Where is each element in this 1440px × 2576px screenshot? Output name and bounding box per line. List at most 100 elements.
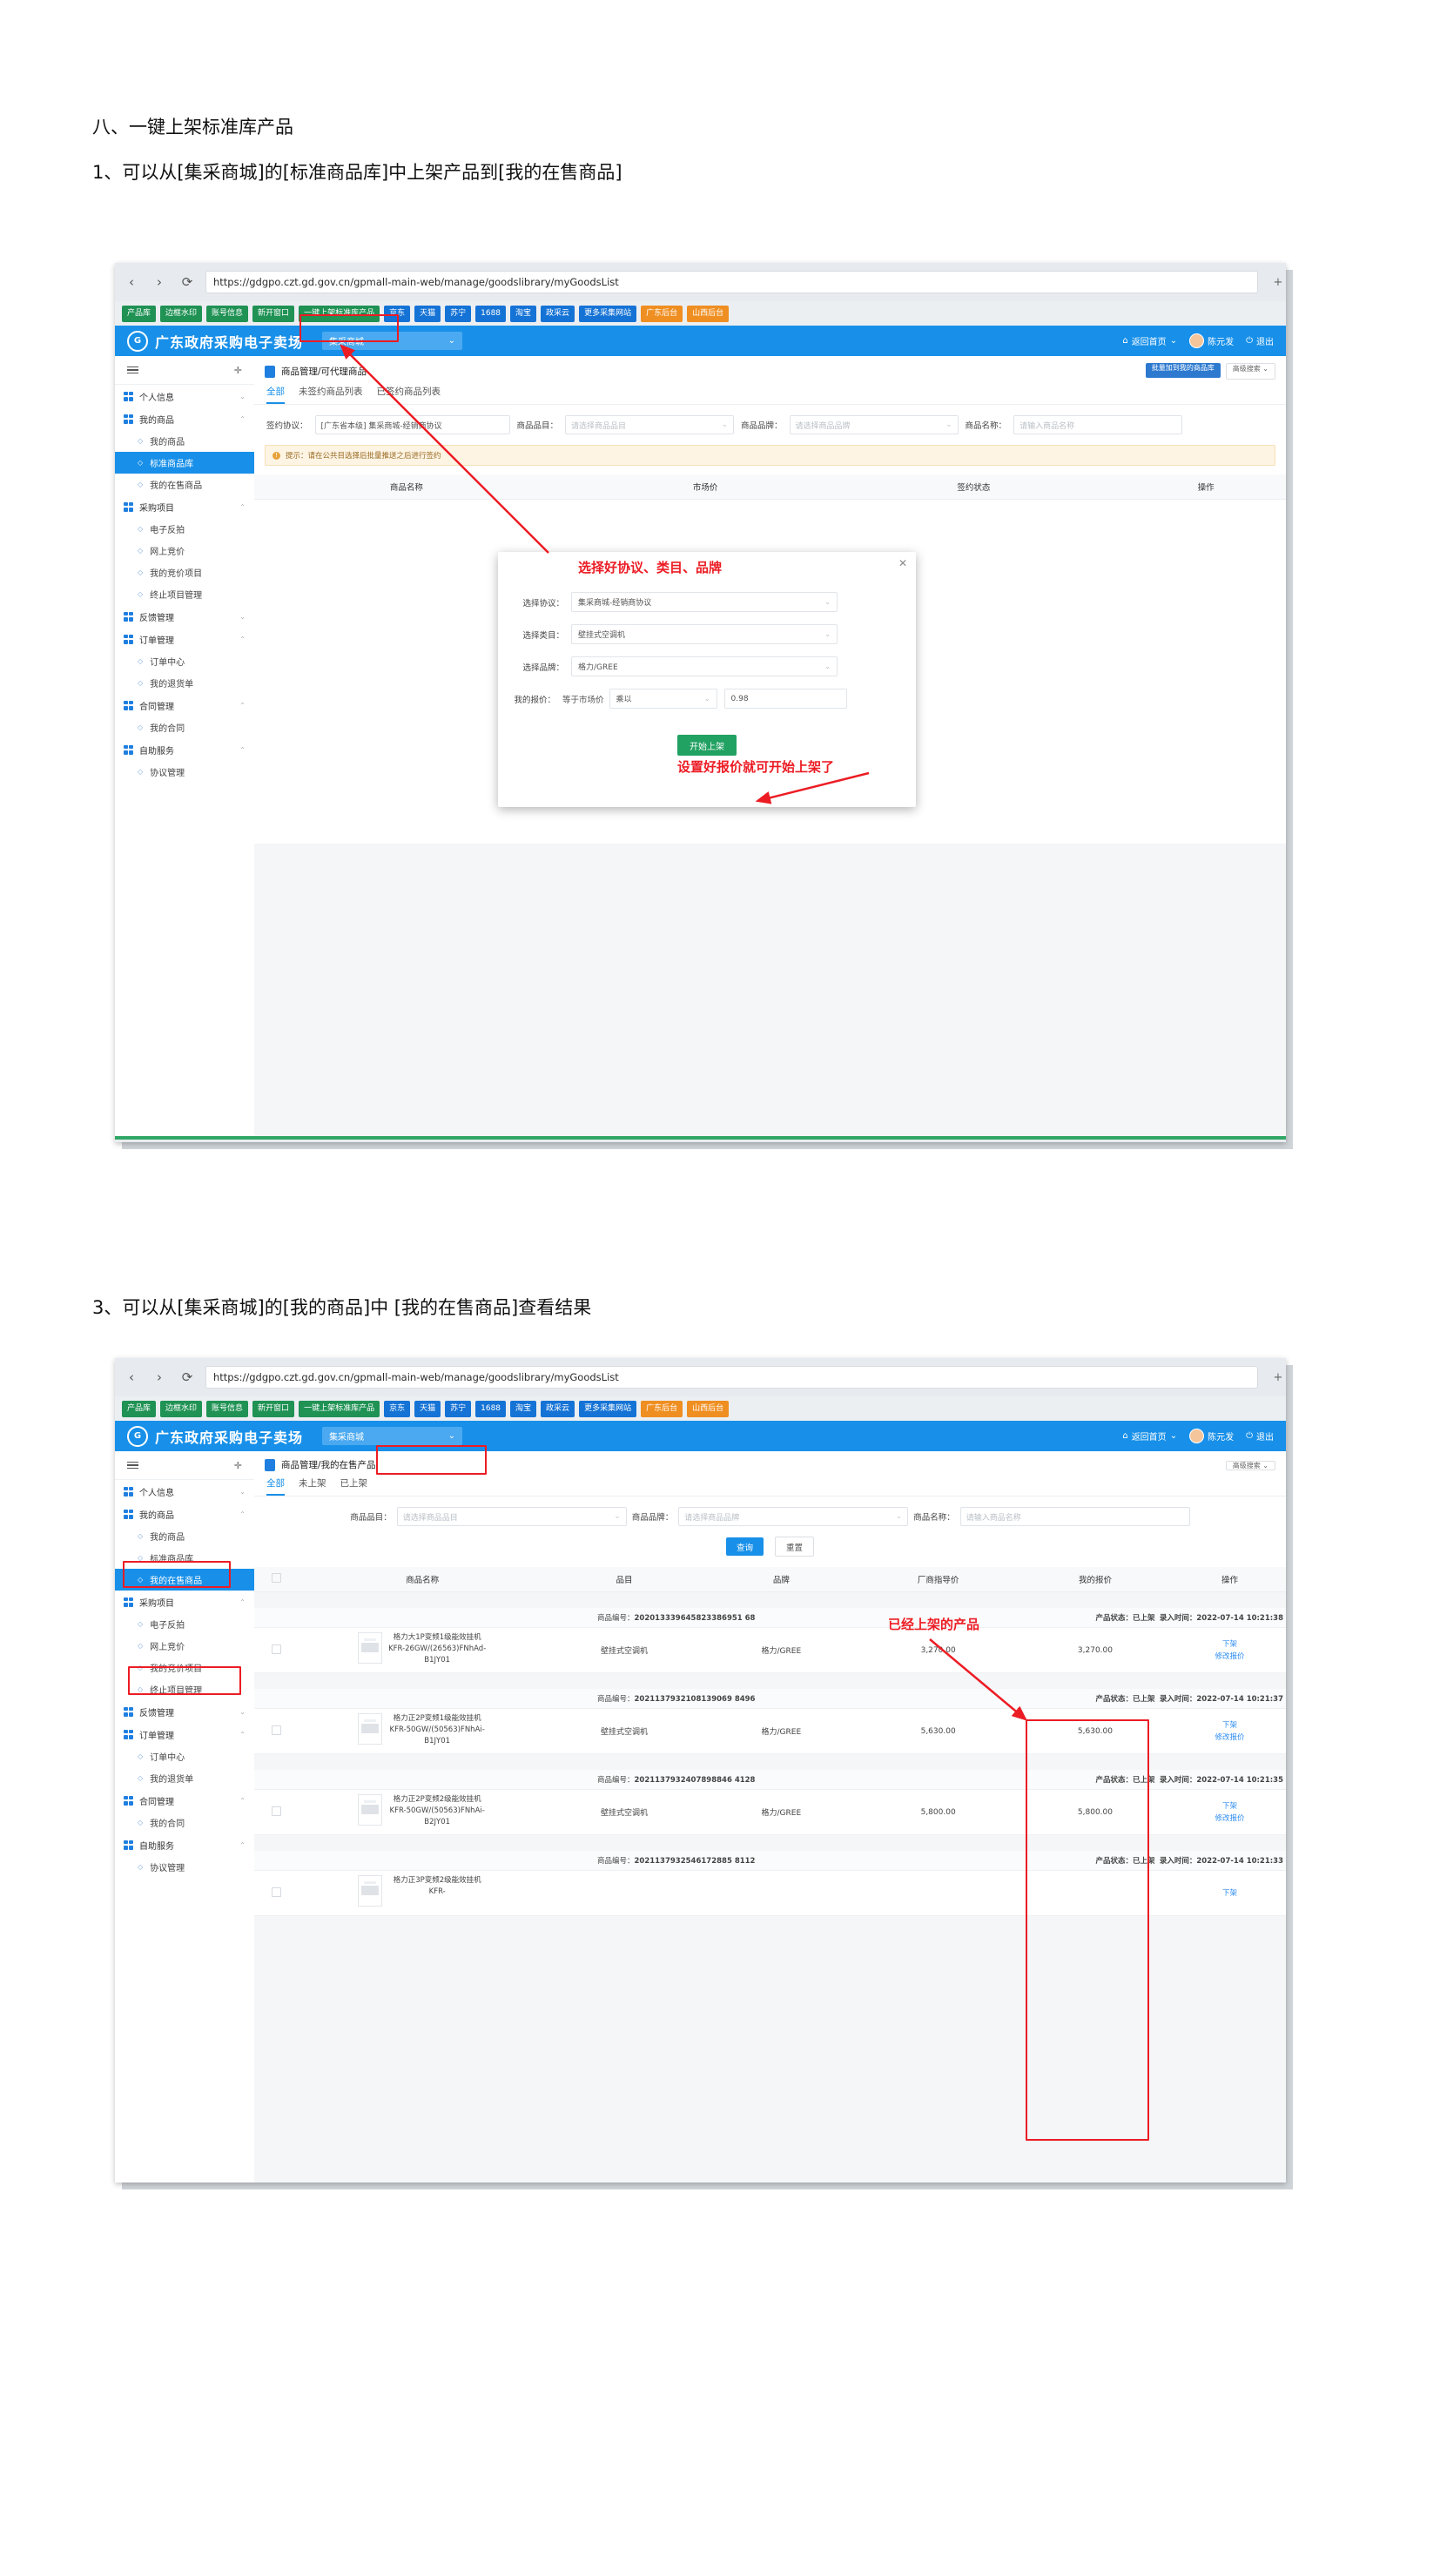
tab-1[interactable]: 全部 — [266, 1476, 285, 1496]
table-row[interactable]: 格力正3P变频2级能效挂机KFR- 下架 — [254, 1870, 1286, 1916]
home-link-1[interactable]: ⌂ 返回首页 ⌄ — [1122, 334, 1177, 347]
sidebar-item-终止项目管理[interactable]: ◇ 终止项目管理 — [115, 583, 254, 605]
sidebar-item-订单中心[interactable]: ◇ 订单中心 — [115, 650, 254, 672]
sidebar-group-5[interactable]: 订单管理 ⌃ — [115, 1723, 254, 1745]
tab-2[interactable]: 未签约商品列表 — [299, 385, 363, 404]
table-row[interactable]: 格力正2P变频2级能效挂机KFR-50GW/(50563)FNhAi-B2JY0… — [254, 1789, 1286, 1835]
bookmark-3[interactable]: 账号信息 — [206, 1400, 249, 1417]
action-1[interactable]: 下架 — [1176, 1800, 1283, 1813]
sidebar-item-终止项目管理[interactable]: ◇ 终止项目管理 — [115, 1678, 254, 1700]
tab-1[interactable]: 全部 — [266, 385, 285, 404]
bookmark-11[interactable]: 政采云 — [541, 305, 575, 322]
logout-button-2[interactable]: ⏻ 退出 — [1246, 1429, 1274, 1443]
filter-input-2[interactable]: 请选择商品品牌 ⌄ — [678, 1507, 909, 1526]
sidebar-item-订单中心[interactable]: ◇ 订单中心 — [115, 1745, 254, 1767]
reload-icon[interactable]: ⟳ — [176, 1369, 199, 1385]
sidebar-item-我的竞价项目[interactable]: ◇ 我的竞价项目 — [115, 562, 254, 583]
new-tab-icon[interactable]: + — [1270, 276, 1286, 289]
price-factor-input[interactable]: 0.98 — [723, 689, 847, 709]
bookmark-2[interactable]: 边框水印 — [160, 1400, 203, 1417]
bookmark-12[interactable]: 更多采集网站 — [579, 305, 637, 322]
filter-input-2[interactable]: 请选择商品品目 ⌄ — [565, 415, 735, 434]
action-2[interactable]: 修改报价 — [1176, 1651, 1283, 1663]
bookmark-7[interactable]: 天猫 — [414, 1400, 441, 1417]
sidebar-group-7[interactable]: 自助服务 ⌃ — [115, 738, 254, 761]
action-2[interactable]: 修改报价 — [1176, 1813, 1283, 1825]
forward-icon[interactable]: › — [148, 1369, 171, 1385]
sidebar-item-协议管理[interactable]: ◇ 协议管理 — [115, 761, 254, 783]
bookmark-8[interactable]: 苏宁 — [445, 305, 472, 322]
tab-3[interactable]: 已上架 — [340, 1476, 368, 1496]
sidebar-group-5[interactable]: 订单管理 ⌃ — [115, 628, 254, 650]
row-checkbox[interactable] — [272, 1644, 282, 1654]
tab-2[interactable]: 未上架 — [299, 1476, 326, 1496]
sidebar-item-协议管理[interactable]: ◇ 协议管理 — [115, 1856, 254, 1878]
sidebar-group-1[interactable]: 个人信息 ⌄ — [115, 1480, 254, 1503]
bookmark-14[interactable]: 山西后台 — [687, 305, 730, 322]
home-link-2[interactable]: ⌂ 返回首页 ⌄ — [1122, 1429, 1177, 1443]
user-block-1[interactable]: 陈元发 — [1189, 333, 1234, 348]
url-input[interactable]: https://gdgpo.czt.gd.gov.cn/gpmall-main-… — [205, 271, 1258, 293]
sidebar-group-3[interactable]: 采购项目 ⌃ — [115, 495, 254, 518]
bookmark-4[interactable]: 新开窗口 — [252, 305, 295, 322]
mall-selector-1[interactable]: 集采商城 ⌄ — [322, 332, 463, 350]
back-icon[interactable]: ‹ — [120, 274, 143, 290]
table-row[interactable]: 格力大1P变频1级能效挂机KFR-26GW/(26563)FNhAd-B1JY0… — [254, 1627, 1286, 1673]
reload-icon[interactable]: ⟳ — [176, 274, 199, 290]
sidebar-group-4[interactable]: 反馈管理 ⌄ — [115, 605, 254, 628]
table-row[interactable]: 格力正2P变频1级能效挂机KFR-50GW/(50563)FNhAi-B1JY0… — [254, 1708, 1286, 1754]
sidebar-item-我的在售商品[interactable]: ◇ 我的在售商品 — [115, 474, 254, 495]
modal-field-select-2[interactable]: 壁挂式空调机 ⌄ — [571, 624, 838, 644]
sidebar-item-我的退货单[interactable]: ◇ 我的退货单 — [115, 672, 254, 694]
sidebar-item-我的商品[interactable]: ◇ 我的商品 — [115, 430, 254, 452]
bookmark-1[interactable]: 产品库 — [122, 305, 157, 322]
pin-icon[interactable]: ✛ — [234, 1460, 242, 1471]
menu-toggle-icon[interactable] — [127, 366, 138, 374]
sidebar-group-2[interactable]: 我的商品 ⌃ — [115, 1503, 254, 1525]
tab-3[interactable]: 已签约商品列表 — [377, 385, 441, 404]
sidebar-item-网上竞价[interactable]: ◇ 网上竞价 — [115, 540, 254, 562]
menu-toggle-icon[interactable] — [127, 1461, 138, 1470]
sidebar-item-网上竞价[interactable]: ◇ 网上竞价 — [115, 1635, 254, 1657]
advanced-search-button[interactable]: 高级搜索 ⌄ — [1225, 1460, 1275, 1470]
sidebar-item-我的商品[interactable]: ◇ 我的商品 — [115, 1525, 254, 1547]
sidebar-item-我的退货单[interactable]: ◇ 我的退货单 — [115, 1767, 254, 1789]
bookmark-13[interactable]: 广东后台 — [641, 305, 683, 322]
bookmark-14[interactable]: 山西后台 — [687, 1400, 730, 1417]
sidebar-item-我的合同[interactable]: ◇ 我的合同 — [115, 1812, 254, 1833]
row-checkbox[interactable] — [272, 1725, 282, 1735]
sidebar-item-我的竞价项目[interactable]: ◇ 我的竞价项目 — [115, 1657, 254, 1678]
bookmark-11[interactable]: 政采云 — [541, 1400, 575, 1417]
bookmark-9[interactable]: 1688 — [475, 1400, 507, 1417]
sidebar-group-1[interactable]: 个人信息 ⌄ — [115, 385, 254, 407]
sidebar-item-我的在售商品[interactable]: ◇ 我的在售商品 — [115, 1569, 254, 1591]
reset-button[interactable]: 重置 — [775, 1537, 815, 1557]
action-1[interactable]: 下架 — [1176, 1638, 1283, 1651]
modal-field-select-1[interactable]: 集采商城-经销商协议 ⌄ — [571, 592, 838, 612]
bookmark-1[interactable]: 产品库 — [122, 1400, 157, 1417]
bookmark-6[interactable]: 京东 — [384, 305, 411, 322]
bookmark-2[interactable]: 边框水印 — [160, 305, 203, 322]
select-all-checkbox[interactable] — [272, 1573, 282, 1583]
bookmark-3[interactable]: 账号信息 — [206, 305, 249, 322]
sidebar-group-3[interactable]: 采购项目 ⌃ — [115, 1591, 254, 1613]
price-operator-select[interactable]: 乘以 ⌄ — [609, 689, 717, 709]
filter-input-4[interactable]: 请输入商品名称 — [1013, 415, 1183, 434]
back-icon[interactable]: ‹ — [120, 1369, 143, 1385]
bookmark-7[interactable]: 天猫 — [414, 305, 441, 322]
bookmark-9[interactable]: 1688 — [475, 305, 507, 322]
sidebar-group-4[interactable]: 反馈管理 ⌄ — [115, 1700, 254, 1723]
start-listing-button[interactable]: 开始上架 — [677, 735, 737, 756]
filter-input-1[interactable]: 请选择商品品目 ⌄ — [396, 1507, 627, 1526]
sidebar-item-标准商品库[interactable]: ◇ 标准商品库 — [115, 452, 254, 474]
bookmark-10[interactable]: 淘宝 — [510, 305, 537, 322]
sidebar-item-我的合同[interactable]: ◇ 我的合同 — [115, 716, 254, 738]
bookmark-13[interactable]: 广东后台 — [641, 1400, 683, 1417]
new-tab-icon[interactable]: + — [1270, 1371, 1286, 1384]
action-1[interactable]: 下架 — [1176, 1719, 1283, 1732]
bookmark-12[interactable]: 更多采集网站 — [579, 1400, 637, 1417]
mall-selector-2[interactable]: 集采商城 ⌄ — [322, 1427, 463, 1445]
bookmark-6[interactable]: 京东 — [384, 1400, 411, 1417]
sidebar-group-2[interactable]: 我的商品 ⌃ — [115, 407, 254, 430]
filter-input-3[interactable]: 请输入商品名称 — [959, 1507, 1190, 1526]
